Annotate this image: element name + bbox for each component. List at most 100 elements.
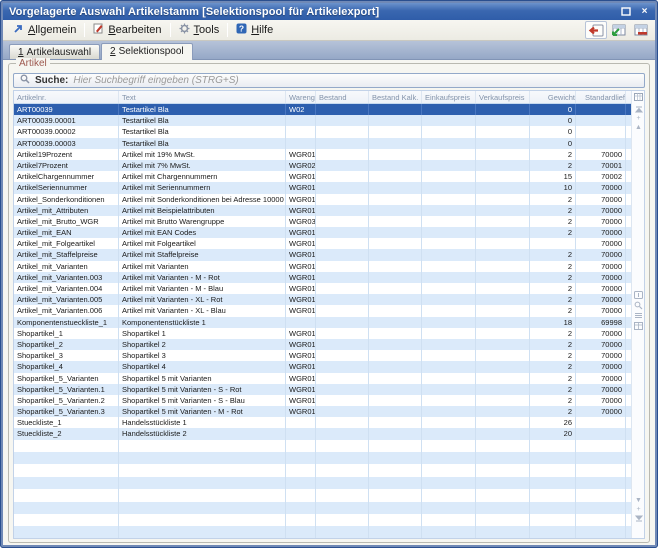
cell-wareng — [286, 115, 316, 126]
table-row[interactable]: Shopartikel_5_Varianten.1Shopartikel 5 m… — [14, 384, 644, 395]
export-add-icon[interactable] — [607, 21, 629, 39]
column-header-artikelnr[interactable]: Artikelnr. — [14, 91, 119, 103]
restore-icon[interactable] — [619, 6, 632, 18]
menu-allgemein[interactable]: Allgemein — [7, 21, 82, 39]
column-header-einkaufspreis[interactable]: Einkaufspreis — [422, 91, 476, 103]
table-row[interactable]: ART00039.00002Testartikel Bla0 — [14, 126, 644, 137]
scroll-down-page-icon[interactable]: + — [636, 506, 640, 513]
search-rail-icon[interactable] — [634, 301, 643, 310]
table-row[interactable]: Artikel19ProzentArtikel mit 19% MwSt.WGR… — [14, 149, 644, 160]
scroll-top-icon[interactable] — [635, 106, 643, 113]
menu-bearbeiten[interactable]: Bearbeiten — [87, 21, 167, 39]
cell-text: Testartikel Bla — [119, 126, 286, 137]
table-row[interactable]: Artikel_mit_StaffelpreiseArtikel mit Sta… — [14, 249, 644, 260]
title-bar[interactable]: Vorgelagerte Auswahl Artikelstamm [Selek… — [3, 3, 655, 20]
scroll-up-page-icon[interactable]: + — [636, 115, 640, 122]
cell-text: Artikel mit 7% MwSt. — [119, 160, 286, 171]
table-row[interactable]: Komponentenstueckliste_1Komponentenstück… — [14, 317, 644, 328]
table-row[interactable]: Artikel_mit_EANArtikel mit EAN CodesWGR0… — [14, 227, 644, 238]
table-row[interactable]: Artikel_mit_Varianten.006Artikel mit Var… — [14, 305, 644, 316]
menu-hilfe[interactable]: ? Hilfe — [230, 21, 279, 39]
column-header-wareng[interactable]: Wareng — [286, 91, 316, 103]
tab-artikelauswahl[interactable]: 1Artikelauswahl — [9, 44, 100, 59]
table-row[interactable]: Shopartikel_5_Varianten.3Shopartikel 5 m… — [14, 406, 644, 417]
table-row[interactable]: Stueckliste_1Handelsstückliste 126 — [14, 417, 644, 428]
table-row[interactable]: ArtikelChargennummerArtikel mit Chargenn… — [14, 171, 644, 182]
column-header-standardlief[interactable]: Standardlief — [576, 91, 626, 103]
table-row[interactable]: Shopartikel_4Shopartikel 4WGR01270000 — [14, 361, 644, 372]
empty-row — [14, 514, 644, 526]
table-row[interactable]: Artikel_mit_VariantenArtikel mit Variant… — [14, 261, 644, 272]
list-icon[interactable] — [634, 312, 643, 320]
table-row[interactable]: Artikel_SonderkonditionenArtikel mit Son… — [14, 194, 644, 205]
cell-artikelnr: Artikel_mit_Varianten.006 — [14, 305, 119, 316]
cell-bestand — [316, 328, 369, 339]
cell-verkaufspreis — [476, 216, 530, 227]
table-row[interactable]: ART00039Testartikel BlaW020 — [14, 104, 644, 115]
cell-bestand_kalk — [369, 261, 422, 272]
scroll-up-icon[interactable]: ▲ — [635, 124, 642, 131]
cell-text: Artikel mit Varianten — [119, 261, 286, 272]
table-row[interactable]: Artikel_mit_Varianten.005Artikel mit Var… — [14, 294, 644, 305]
cell-artikelnr: Shopartikel_5_Varianten.1 — [14, 384, 119, 395]
cell-bestand — [316, 417, 369, 428]
cell-verkaufspreis — [476, 138, 530, 149]
cell-artikelnr: Artikel_mit_EAN — [14, 227, 119, 238]
table-row[interactable]: ART00039.00001Testartikel Bla0 — [14, 115, 644, 126]
export-remove-icon[interactable] — [629, 21, 651, 39]
scroll-down-icon[interactable]: ▼ — [635, 497, 642, 504]
cell-artikelnr: Artikel_mit_Attributen — [14, 205, 119, 216]
table-row[interactable]: Artikel_mit_Brutto_WGRArtikel mit Brutto… — [14, 216, 644, 227]
table-row[interactable]: Shopartikel_5_VariantenShopartikel 5 mit… — [14, 373, 644, 384]
cell-artikelnr: Shopartikel_5_Varianten.2 — [14, 395, 119, 406]
cell-wareng: WGR01 — [286, 249, 316, 260]
column-header-bestand_kalk[interactable]: Bestand Kalk. — [369, 91, 422, 103]
table-row[interactable]: Artikel_mit_Varianten.003Artikel mit Var… — [14, 272, 644, 283]
cell-einkaufspreis — [422, 406, 476, 417]
table-row[interactable]: Shopartikel_1Shopartikel 1WGR01270000 — [14, 328, 644, 339]
cell-wareng: WGR01 — [286, 272, 316, 283]
column-chooser-icon[interactable] — [634, 93, 643, 101]
table-row[interactable]: Artikel7ProzentArtikel mit 7% MwSt.WGR02… — [14, 160, 644, 171]
details-icon[interactable] — [634, 291, 643, 299]
cell-bestand_kalk — [369, 205, 422, 216]
cell-einkaufspreis — [422, 373, 476, 384]
edit-grid-icon[interactable] — [634, 322, 643, 330]
column-header-bestand[interactable]: Bestand — [316, 91, 369, 103]
table-row[interactable]: Artikel_mit_Varianten.004Artikel mit Var… — [14, 283, 644, 294]
column-header-gewicht[interactable]: Gewicht — [530, 91, 576, 103]
cell-artikelnr: ArtikelSeriennummer — [14, 182, 119, 193]
column-header-text[interactable]: Text — [119, 91, 286, 103]
cell-wareng: WGR01 — [286, 194, 316, 205]
cell-standardlief — [576, 104, 626, 115]
table-row[interactable]: Shopartikel_2Shopartikel 2WGR01270000 — [14, 339, 644, 350]
cell-text: Artikel mit Sonderkonditionen bei Adress… — [119, 194, 286, 205]
cell-artikelnr: Artikel19Prozent — [14, 149, 119, 160]
menu-tools[interactable]: Tools — [173, 21, 226, 39]
cell-verkaufspreis — [476, 395, 530, 406]
apply-close-icon[interactable] — [585, 21, 607, 39]
cell-artikelnr: Artikel7Prozent — [14, 160, 119, 171]
gear-icon — [179, 23, 190, 37]
cell-gewicht: 0 — [530, 104, 576, 115]
cell-text: Artikel mit Varianten - XL - Blau — [119, 305, 286, 316]
cell-einkaufspreis — [422, 238, 476, 249]
cell-bestand_kalk — [369, 384, 422, 395]
table-row[interactable]: Shopartikel_3Shopartikel 3WGR01270000 — [14, 350, 644, 361]
table-row[interactable]: ART00039.00003Testartikel Bla0 — [14, 138, 644, 149]
search-input[interactable]: Suche: Hier Suchbegriff eingeben (STRG+S… — [13, 73, 645, 88]
table-row[interactable]: Stueckliste_2Handelsstückliste 220 — [14, 428, 644, 439]
cell-einkaufspreis — [422, 171, 476, 182]
table-row[interactable]: ArtikelSeriennummerArtikel mit Seriennum… — [14, 182, 644, 193]
close-icon[interactable]: × — [638, 6, 651, 18]
cell-standardlief: 70000 — [576, 361, 626, 372]
tab-selektionspool[interactable]: 2Selektionspool — [101, 43, 193, 60]
cell-standardlief: 70000 — [576, 384, 626, 395]
scroll-bottom-icon[interactable] — [635, 515, 643, 522]
cell-artikelnr: ART00039.00001 — [14, 115, 119, 126]
column-header-verkaufspreis[interactable]: Verkaufspreis — [476, 91, 530, 103]
table-row[interactable]: Shopartikel_5_Varianten.2Shopartikel 5 m… — [14, 395, 644, 406]
table-row[interactable]: Artikel_mit_FolgeartikelArtikel mit Folg… — [14, 238, 644, 249]
cell-artikelnr: Artikel_mit_Varianten.004 — [14, 283, 119, 294]
table-row[interactable]: Artikel_mit_AttributenArtikel mit Beispi… — [14, 205, 644, 216]
